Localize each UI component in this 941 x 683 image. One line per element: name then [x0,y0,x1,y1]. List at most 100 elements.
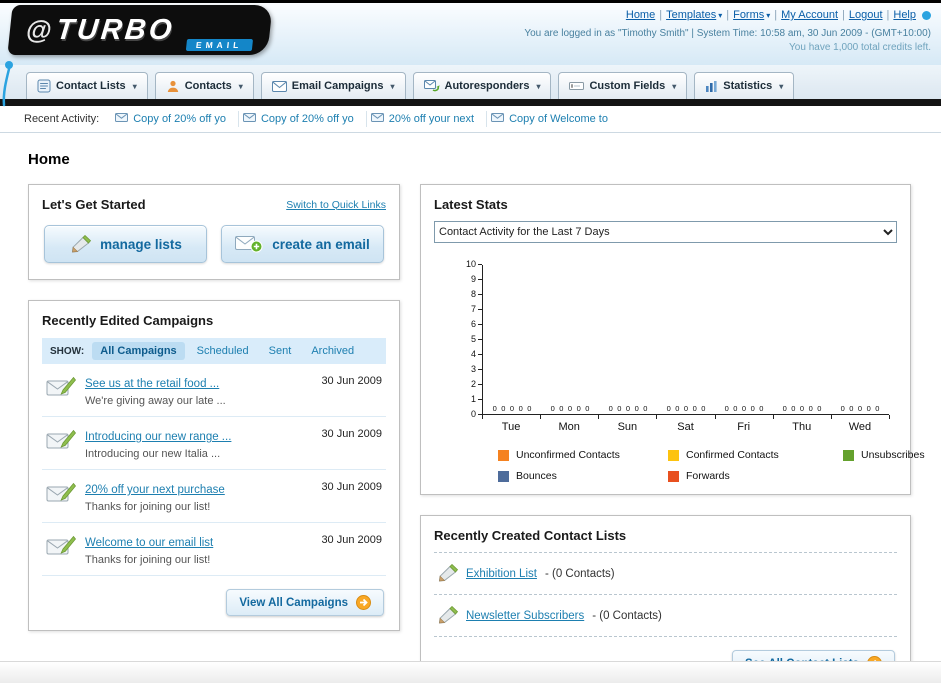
contact-list-link[interactable]: Exhibition List [466,568,537,580]
recent-activity-items: Copy of 20% off yo Copy of 20% off yo 20% … [111,111,620,127]
chart-value-label: 0 [501,404,506,413]
campaign-filter-bar: SHOW: All Campaigns Scheduled Sent Archived [42,338,386,364]
header-link-home[interactable]: Home [626,9,655,21]
button-label: manage lists [100,236,182,252]
chevron-down-icon: ▾ [536,81,541,91]
create-an-email-button[interactable]: create an email [221,225,384,263]
chart-value-label: 0 [666,404,671,413]
campaign-title-link[interactable]: Welcome to our email list [85,537,213,549]
y-axis-label: 5 [471,335,482,344]
y-axis-label: 0 [471,410,482,419]
y-axis-label: 1 [471,395,482,404]
chart-value-label: 0 [849,404,854,413]
legend-swatch [668,449,679,461]
campaign-tab-archived[interactable]: Archived [303,342,362,360]
y-axis-label: 8 [471,290,482,299]
chart-value-label: 0 [741,404,747,413]
stats-activity-select[interactable]: Contact Activity for the Last 7 Days [434,221,897,243]
view-all-campaigns-label: View All Campaigns [239,596,348,609]
campaign-text: Introducing our new range ... Introducing… [85,427,312,460]
arrow-circle-icon [356,595,371,610]
chart-plot-area: 00000000000000000000000000000000000 [482,265,889,415]
campaign-row: Welcome to our email list Thanks for join… [42,523,386,576]
logo-subtitle: EMAIL [185,39,254,51]
chart-value-group: 00000 [657,404,715,413]
recent-activity-item[interactable]: 20% off your next [367,111,488,127]
nav-tab-contacts[interactable]: Contacts ▾ [154,72,254,99]
chart-value-label: 0 [733,404,738,413]
chart-day-labels: Tue Mon Sun Sat Fri Thu Wed [482,421,889,433]
chart-value-label: 0 [675,404,680,413]
y-axis-label: 6 [471,320,482,329]
main-content: Home Let's Get Started Switch to Quick L… [0,133,941,683]
x-axis-tick [772,415,774,419]
latest-stats-title: Latest Stats [434,197,508,212]
chart-value-label: 0 [567,404,573,413]
pencil-icon [436,606,458,625]
campaign-title-link[interactable]: 20% off your next purchase [85,484,225,496]
header-accent-dot [922,10,931,20]
x-axis-label: Fri [737,421,751,433]
y-axis-label: 2 [471,380,482,389]
recent-activity-item[interactable]: Copy of Welcome to [487,111,620,127]
nav-tab-statistics[interactable]: Statistics ▾ [694,72,795,99]
chart-value-label: 0 [518,404,523,413]
switch-to-quick-links-link[interactable]: Switch to Quick Links [286,199,386,211]
header-link-templates[interactable]: Templates ▾ [666,9,722,21]
latest-stats-panel: Latest Stats Contact Activity for the La… [420,184,925,495]
chevron-down-icon: ▾ [718,11,723,20]
campaign-subtitle: We're giving away our late ... [85,395,226,407]
chart-y-axis: 10 9 8 7 6 5 4 3 2 1 0 [456,260,482,419]
legend-item-forwards: Forwards [668,470,843,482]
recent-activity-item[interactable]: Copy of 20% off yo [239,111,367,127]
header-link-forms[interactable]: Forms ▾ [733,9,770,21]
nav-tab-email-campaigns[interactable]: Email Campaigns ▾ [260,72,406,99]
contact-list-detail: - (0 Contacts) [544,567,615,580]
campaign-tab-scheduled[interactable]: Scheduled [189,342,257,360]
nav-tab-label: Email Campaigns [291,80,384,92]
header-link-logout[interactable]: Logout [849,9,883,21]
chart-value-label: 0 [817,404,822,413]
envelope-icon [242,113,256,125]
chart-value-label: 0 [791,404,796,413]
manage-lists-button[interactable]: manage lists [44,225,207,263]
campaign-tab-sent[interactable]: Sent [261,342,300,360]
legend-label: Forwards [686,470,730,482]
header-link-help[interactable]: Help [893,9,916,21]
header-link-my-account[interactable]: My Account [781,9,838,21]
chevron-down-icon: ▾ [672,81,677,91]
contact-list-link[interactable]: Newsletter Subscribers [466,610,584,622]
page-title: Home [28,151,70,168]
contact-list-detail: - (0 Contacts) [592,609,662,622]
recent-activity-item[interactable]: Copy of 20% off yo [111,111,239,127]
campaign-date: 30 Jun 2009 [321,481,382,493]
legend-swatch [498,449,509,461]
chart-value-label: 0 [492,404,497,413]
nav-tab-custom-fields[interactable]: Custom Fields ▾ [558,72,688,99]
x-axis-label: Mon [558,421,580,433]
link-separator: | [842,9,845,21]
campaign-title-link[interactable]: See us at the retail food ... [85,378,219,390]
chart-value-label: 0 [608,404,613,413]
legend-swatch [668,470,679,482]
view-all-campaigns-button[interactable]: View All Campaigns [226,589,384,616]
chart-value-label: 0 [509,404,515,413]
nav-tab-label: Autoresponders [444,80,530,92]
chevron-down-icon: ▾ [390,81,395,91]
campaign-list: See us at the retail food ... We're givin… [42,364,386,576]
campaign-text: Welcome to our email list Thanks for join… [85,533,312,566]
legend-label: Confirmed Contacts [686,449,779,461]
get-started-title: Let's Get Started [42,197,146,212]
x-axis-tick [598,415,600,419]
campaign-title-link[interactable]: Introducing our new range ... [85,431,231,443]
nav-tab-label: Custom Fields [589,80,666,92]
email-campaigns-icon [271,80,287,92]
x-axis-tick [656,415,658,419]
email-edit-icon [46,375,77,406]
campaign-row: Introducing our new range ... Introducing… [42,417,386,470]
chart-value-label: 0 [857,404,863,413]
campaign-tab-all-campaigns[interactable]: All Campaigns [92,342,185,360]
nav-tab-contact-lists[interactable]: Contact Lists ▾ [26,72,148,99]
nav-tab-autoresponders[interactable]: Autoresponders ▾ [412,72,552,99]
legend-item-confirmed-contacts: Confirmed Contacts [668,449,843,461]
